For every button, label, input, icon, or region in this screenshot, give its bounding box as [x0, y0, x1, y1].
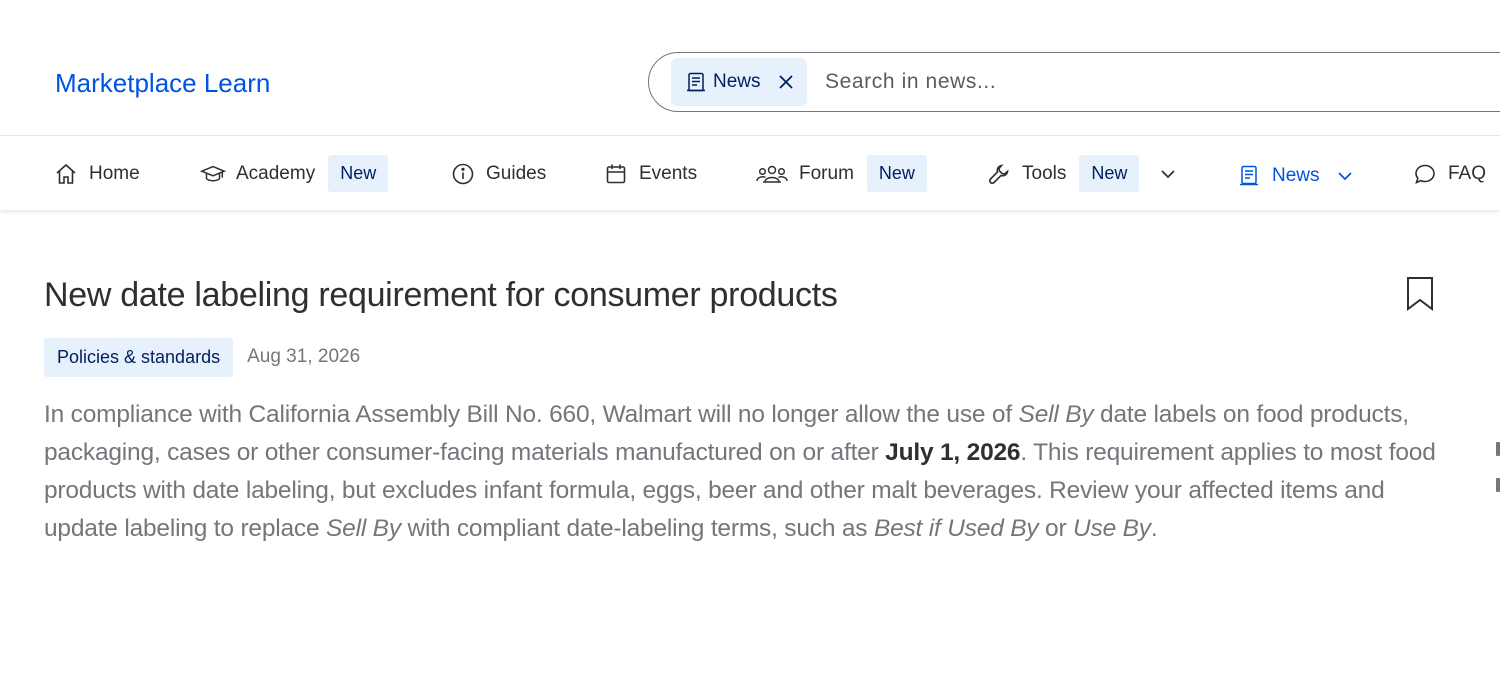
graduation-cap-icon — [200, 161, 226, 187]
nav-item-tools[interactable]: Tools New — [986, 137, 1179, 210]
nav-item-news[interactable]: News — [1236, 139, 1356, 212]
chevron-down-icon[interactable] — [1334, 165, 1356, 187]
bookmark-icon[interactable] — [1405, 276, 1435, 312]
scroll-indicator — [1496, 478, 1500, 492]
article-body: In compliance with California Assembly B… — [44, 401, 1436, 542]
search-bar[interactable]: News — [648, 52, 1500, 112]
nav-item-guides[interactable]: Guides — [450, 137, 546, 210]
home-icon — [53, 161, 79, 187]
nav-item-academy[interactable]: Academy New — [200, 137, 389, 210]
new-badge: New — [866, 155, 927, 192]
header: Marketplace Learn News — [0, 0, 1500, 136]
search-input[interactable] — [825, 61, 1500, 103]
nav-item-home[interactable]: Home — [53, 137, 140, 210]
main-nav: Home Academy New Guides Events Forum New… — [0, 137, 1500, 210]
article-meta: Policies & standards Aug 31, 2026 — [44, 337, 361, 377]
info-icon — [450, 161, 476, 187]
scroll-indicator — [1496, 442, 1500, 456]
chevron-down-icon[interactable] — [1157, 163, 1179, 185]
brand-logo[interactable]: Marketplace Learn — [55, 68, 270, 99]
document-icon — [685, 71, 707, 93]
new-badge: New — [328, 155, 389, 192]
search-scope-label: News — [713, 71, 761, 92]
document-icon — [1236, 163, 1262, 189]
chat-bubble-icon — [1412, 161, 1438, 187]
nav-item-events[interactable]: Events — [603, 137, 697, 210]
nav-item-forum[interactable]: Forum New — [755, 137, 927, 210]
category-badge[interactable]: Policies & standards — [44, 337, 234, 377]
search-scope-chip[interactable]: News — [671, 58, 807, 106]
page: Marketplace Learn News Search in news...… — [0, 0, 1500, 691]
calendar-icon — [603, 161, 629, 187]
people-icon — [755, 161, 789, 187]
close-icon[interactable] — [775, 71, 797, 93]
article-date: Aug 31, 2026 — [247, 346, 361, 367]
article-title: New date labeling requirement for consum… — [44, 276, 838, 314]
wrench-icon — [986, 161, 1012, 187]
new-badge: New — [1079, 155, 1140, 192]
nav-item-faq[interactable]: FAQ — [1412, 137, 1486, 210]
